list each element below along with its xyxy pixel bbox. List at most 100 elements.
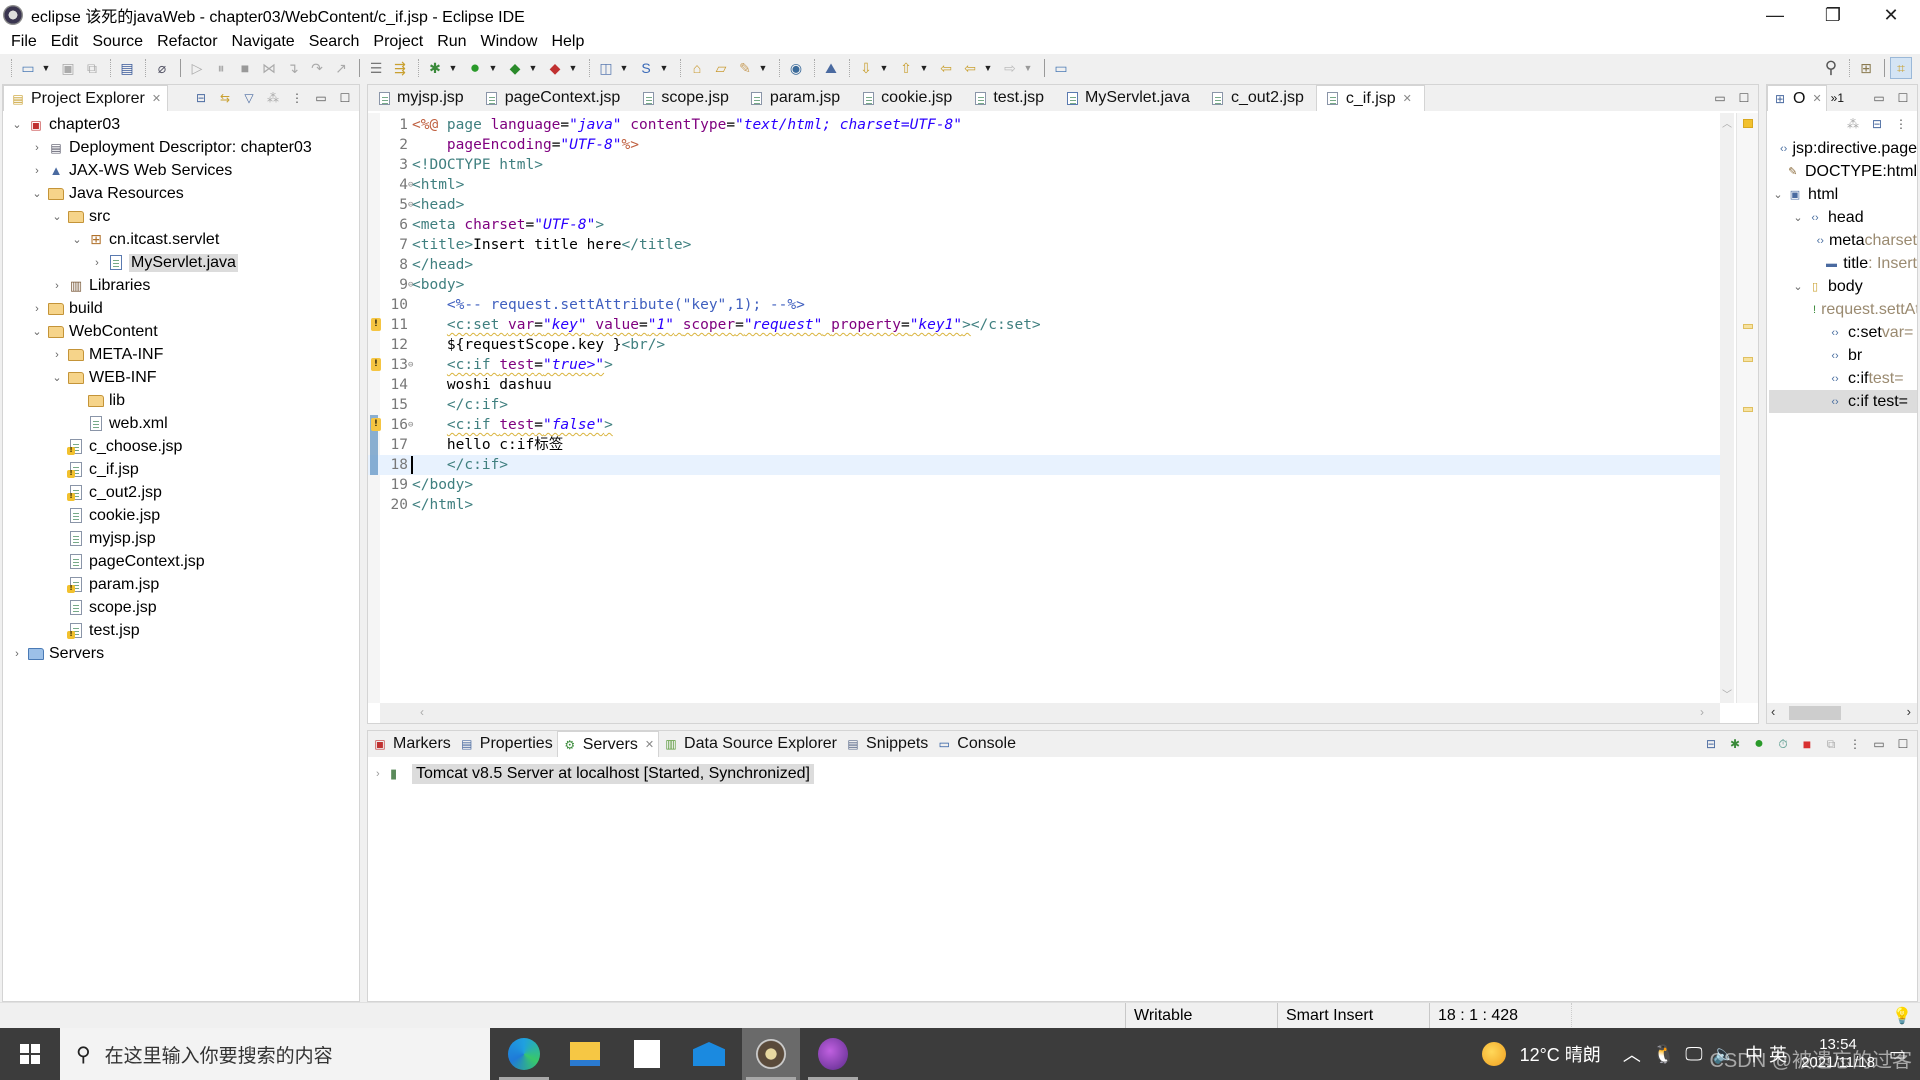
outline-horizontal-scrollbar[interactable]: ‹ › xyxy=(1767,703,1917,723)
scrollbar-thumb[interactable] xyxy=(1789,706,1841,720)
minimize-view-icon[interactable]: ▭ xyxy=(311,88,331,108)
start-server-icon[interactable]: ● xyxy=(1749,734,1769,754)
last-edit-location-icon[interactable]: ⇦ xyxy=(935,57,957,79)
mail-app[interactable] xyxy=(680,1028,738,1080)
tab-outline[interactable]: ⊞ O ✕ xyxy=(1767,85,1827,111)
focus-on-active-task-icon[interactable]: ⁂ xyxy=(263,88,283,108)
outline-item[interactable]: ‹› meta charset xyxy=(1769,229,1917,252)
tree-item[interactable]: ⌄ ▣ chapter03 xyxy=(3,113,359,136)
menu-run[interactable]: Run xyxy=(430,33,473,51)
collapse-all-icon[interactable]: ⊟ xyxy=(191,88,211,108)
view-menu-icon[interactable]: ⋮ xyxy=(1845,734,1865,754)
chevron-down-icon[interactable]: ⌄ xyxy=(49,210,65,223)
chevron-down-icon[interactable]: ⌄ xyxy=(29,325,45,338)
search-tool-dropdown-icon[interactable]: ▼ xyxy=(758,57,768,79)
run-icon[interactable]: ● xyxy=(464,57,486,79)
view-menu-icon[interactable]: ⋮ xyxy=(1891,114,1911,134)
overview-ruler[interactable] xyxy=(1736,113,1758,703)
previous-annotation-dropdown-icon[interactable]: ▼ xyxy=(919,57,929,79)
maximize-view-icon[interactable]: ☐ xyxy=(1893,734,1913,754)
profile-server-icon[interactable]: ⏱ xyxy=(1773,734,1793,754)
search-tool-icon[interactable]: ✎ xyxy=(734,57,756,79)
code-line[interactable]: 14 woshi dashuu xyxy=(368,375,1720,395)
tree-item[interactable]: ⌄ WEB-INF xyxy=(3,366,359,389)
link-with-editor-icon[interactable]: ⇆ xyxy=(215,88,235,108)
close-tab-icon[interactable]: ✕ xyxy=(152,92,161,105)
tree-item[interactable]: › MyServlet.java xyxy=(3,251,359,274)
run-as-server-icon[interactable]: ⛰ xyxy=(820,57,842,79)
store-app[interactable] xyxy=(618,1028,676,1080)
debug-icon[interactable]: ✱ xyxy=(424,57,446,79)
server-row[interactable]: › ▮ Tomcat v8.5 Server at localhost [Sta… xyxy=(376,763,814,785)
chevron-right-icon[interactable]: › xyxy=(9,648,25,660)
menu-refactor[interactable]: Refactor xyxy=(150,33,224,51)
edge-app[interactable] xyxy=(495,1028,553,1080)
outline-item[interactable]: ‹› c:set var= xyxy=(1769,321,1917,344)
taskbar-search-box[interactable]: ⚲ 在这里输入你要搜索的内容 xyxy=(60,1028,490,1080)
new-dropdown-icon[interactable]: ▼ xyxy=(41,57,51,79)
use-step-filters-icon[interactable]: ⇶ xyxy=(389,57,411,79)
new-web-project-dropdown-icon[interactable]: ▼ xyxy=(619,57,629,79)
code-line[interactable]: 12 ${requestScope.key }<br/> xyxy=(368,335,1720,355)
close-tab-icon[interactable]: ✕ xyxy=(645,738,654,751)
search-icon[interactable]: ⚲ xyxy=(1820,57,1842,79)
tree-item[interactable]: c_if.jsp xyxy=(3,458,359,481)
code-line[interactable]: 3 <!DOCTYPE html> xyxy=(368,155,1720,175)
code-line[interactable]: 7 <title>Insert title here</title> xyxy=(368,235,1720,255)
bottom-tab[interactable]: ▣ Markers xyxy=(368,731,455,757)
code-line[interactable]: 5 ⊖ <head> xyxy=(368,195,1720,215)
editor-tab[interactable]: c_if.jsp ✕ xyxy=(1315,85,1425,111)
run-server-icon[interactable]: ◆ xyxy=(504,57,526,79)
pin-editor-icon[interactable]: ▭ xyxy=(1050,57,1072,79)
outline-item[interactable]: ⌄ ▯ body xyxy=(1769,275,1917,298)
code-line[interactable]: 19 </body> xyxy=(368,475,1720,495)
more-views-button[interactable]: »1 xyxy=(1827,85,1848,111)
tree-item[interactable]: › ▥ Libraries xyxy=(3,274,359,297)
eclipse-app[interactable] xyxy=(742,1028,800,1080)
chevron-right-icon[interactable]: › xyxy=(49,280,65,292)
open-console-icon[interactable]: ▤ xyxy=(116,57,138,79)
step-over-icon[interactable]: ↷ xyxy=(306,57,328,79)
tree-item[interactable]: › ▤ Deployment Descriptor: chapter03 xyxy=(3,136,359,159)
scroll-left-icon[interactable]: ‹ xyxy=(420,705,424,719)
code-line[interactable]: 10 <%-- request.settAttribute("key",1); … xyxy=(368,295,1720,315)
outline-item[interactable]: ⌄ ‹› head xyxy=(1769,206,1917,229)
code-line[interactable]: ! 11 <c:set var="key" value="1" scoper="r… xyxy=(368,315,1720,335)
chevron-right-icon[interactable]: › xyxy=(29,165,45,177)
minimize-button[interactable]: — xyxy=(1746,0,1804,30)
tree-item[interactable]: param.jsp xyxy=(3,573,359,596)
code-line[interactable]: 8 </head> xyxy=(368,255,1720,275)
editor-tab[interactable]: c_out2.jsp xyxy=(1202,85,1316,111)
editor-tab[interactable]: cookie.jsp xyxy=(852,85,964,111)
bottom-tab[interactable]: ⚙ Servers ✕ xyxy=(556,731,660,757)
chevron-down-icon[interactable]: ⌄ xyxy=(69,233,85,246)
stop-server-icon[interactable]: ■ xyxy=(1797,734,1817,754)
minimize-editor-icon[interactable]: ▭ xyxy=(1710,88,1730,108)
menu-project[interactable]: Project xyxy=(366,33,430,51)
menu-source[interactable]: Source xyxy=(85,33,150,51)
suspend-icon[interactable]: ⏸ xyxy=(210,57,232,79)
chevron-down-icon[interactable]: ⌄ xyxy=(1771,188,1785,201)
qq-icon[interactable]: 🐧 xyxy=(1653,1044,1675,1065)
outline-item[interactable]: ! request.settAttribute xyxy=(1769,298,1917,321)
tree-item[interactable]: myjsp.jsp xyxy=(3,527,359,550)
scroll-right-icon[interactable]: › xyxy=(1907,704,1911,719)
warning-marker[interactable] xyxy=(1743,324,1753,329)
step-return-icon[interactable]: ↗ xyxy=(330,57,352,79)
editor-tab[interactable]: pageContext.jsp xyxy=(476,85,633,111)
show-hidden-icons-icon[interactable]: ︿ xyxy=(1623,1041,1641,1067)
terminate-icon[interactable]: ■ xyxy=(234,57,256,79)
outline-item[interactable]: ✎ DOCTYPE:html xyxy=(1769,160,1917,183)
chevron-down-icon[interactable]: ⌄ xyxy=(9,118,25,131)
editor-tab[interactable]: test.jsp xyxy=(964,85,1056,111)
code-line[interactable]: 6 <meta charset="UTF-8"> xyxy=(368,215,1720,235)
chevron-right-icon[interactable]: › xyxy=(49,349,65,361)
code-line[interactable]: 4 ⊖ <html> xyxy=(368,175,1720,195)
outline-item[interactable]: ‹› jsp:directive.page xyxy=(1769,137,1917,160)
external-tools-icon[interactable]: ◆ xyxy=(544,57,566,79)
menu-edit[interactable]: Edit xyxy=(44,33,86,51)
bottom-tab[interactable]: ▤ Properties xyxy=(455,731,557,757)
view-menu-icon[interactable]: ⋮ xyxy=(287,88,307,108)
tree-item[interactable]: › ▲ JAX-WS Web Services xyxy=(3,159,359,182)
new-servlet-dropdown-icon[interactable]: ▼ xyxy=(659,57,669,79)
